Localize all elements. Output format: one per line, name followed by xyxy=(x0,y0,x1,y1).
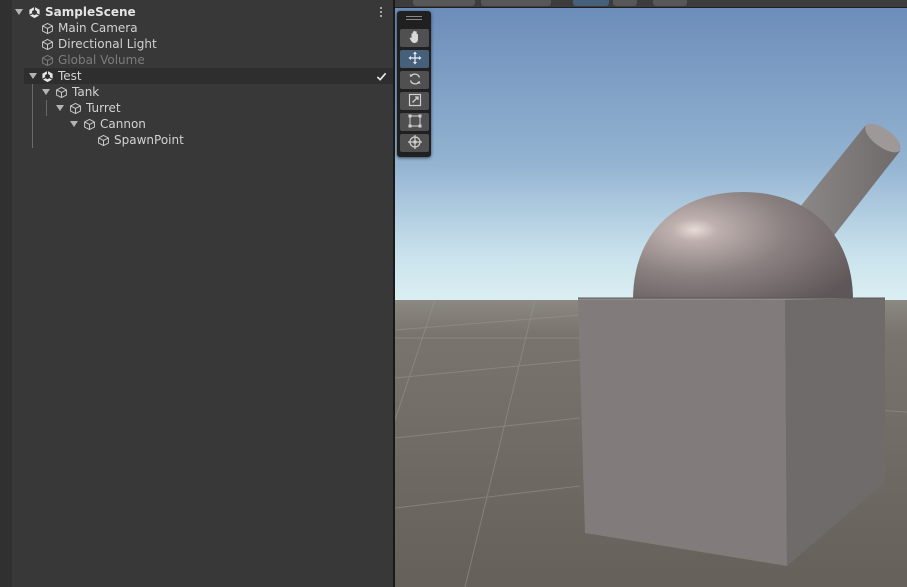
hierarchy-item-turret[interactable]: Turret xyxy=(0,100,393,116)
scene-view[interactable] xyxy=(395,0,907,587)
rotate-icon xyxy=(407,71,423,90)
hierarchy-item-test[interactable]: Test xyxy=(24,68,393,84)
cube-icon xyxy=(40,20,54,36)
move-arrows-icon xyxy=(407,50,423,69)
rotate-tool[interactable] xyxy=(400,71,429,89)
hand-tool[interactable] xyxy=(400,29,429,47)
unity-scene-icon xyxy=(40,68,54,84)
cube-icon xyxy=(54,84,68,100)
hierarchy-item-tank[interactable]: Tank xyxy=(0,84,393,100)
tools-overlay xyxy=(397,11,431,157)
hierarchy-item-label: Main Camera xyxy=(58,21,138,35)
scene-viewport[interactable] xyxy=(395,0,907,587)
move-tool[interactable] xyxy=(400,50,429,68)
kebab-menu-icon[interactable] xyxy=(378,4,384,20)
hierarchy-item-label: Turret xyxy=(86,101,121,115)
hierarchy-item-label: Tank xyxy=(72,85,100,99)
drag-handle[interactable] xyxy=(406,19,422,20)
hierarchy-item-label: Cannon xyxy=(100,117,146,131)
cube-icon xyxy=(96,132,110,148)
rect-tool[interactable] xyxy=(400,113,429,131)
hierarchy-item-spawnpoint[interactable]: SpawnPoint xyxy=(0,132,393,148)
expand-arrow-icon[interactable] xyxy=(55,100,65,116)
hierarchy-item-label: Global Volume xyxy=(58,53,145,67)
expand-arrow-icon[interactable] xyxy=(41,84,51,100)
cube-icon xyxy=(68,100,82,116)
hierarchy-item-label: SpawnPoint xyxy=(114,133,184,147)
expand-arrow-icon[interactable] xyxy=(69,116,79,132)
scale-tool[interactable] xyxy=(400,92,429,110)
hierarchy-item-label: Test xyxy=(58,69,82,83)
scene-name: SampleScene xyxy=(45,5,136,19)
toolbar-toggle[interactable] xyxy=(573,0,609,6)
cube-icon xyxy=(82,116,96,132)
hierarchy-item-directional-light[interactable]: Directional Light xyxy=(0,36,393,52)
toolbar-dropdown[interactable] xyxy=(413,0,475,6)
hand-icon xyxy=(407,29,423,48)
checkmark-icon[interactable] xyxy=(376,68,388,84)
toolbar-toggle[interactable] xyxy=(613,0,637,6)
scene-toolbar xyxy=(395,0,907,8)
hierarchy-item-cannon[interactable]: Cannon xyxy=(0,116,393,132)
cube-icon xyxy=(40,52,54,68)
rect-transform-icon xyxy=(407,113,423,132)
expand-arrow-icon[interactable] xyxy=(28,68,38,84)
hierarchy-panel: SampleScene Main Camera Directional Ligh… xyxy=(0,0,393,587)
hierarchy-item-global-volume[interactable]: Global Volume xyxy=(0,52,393,68)
hierarchy-item-label: Directional Light xyxy=(58,37,157,51)
hierarchy-item-main-camera[interactable]: Main Camera xyxy=(0,20,393,36)
transform-tool[interactable] xyxy=(400,134,429,152)
cube-icon xyxy=(40,36,54,52)
drag-handle[interactable] xyxy=(406,16,422,17)
toolbar-toggle[interactable] xyxy=(653,0,687,6)
toolbar-dropdown[interactable] xyxy=(481,0,551,6)
expand-arrow-icon[interactable] xyxy=(14,4,24,20)
scale-icon xyxy=(407,92,423,111)
transform-icon xyxy=(407,134,423,153)
unity-scene-icon xyxy=(27,4,41,20)
scene-row-samplescene[interactable]: SampleScene xyxy=(0,4,393,20)
